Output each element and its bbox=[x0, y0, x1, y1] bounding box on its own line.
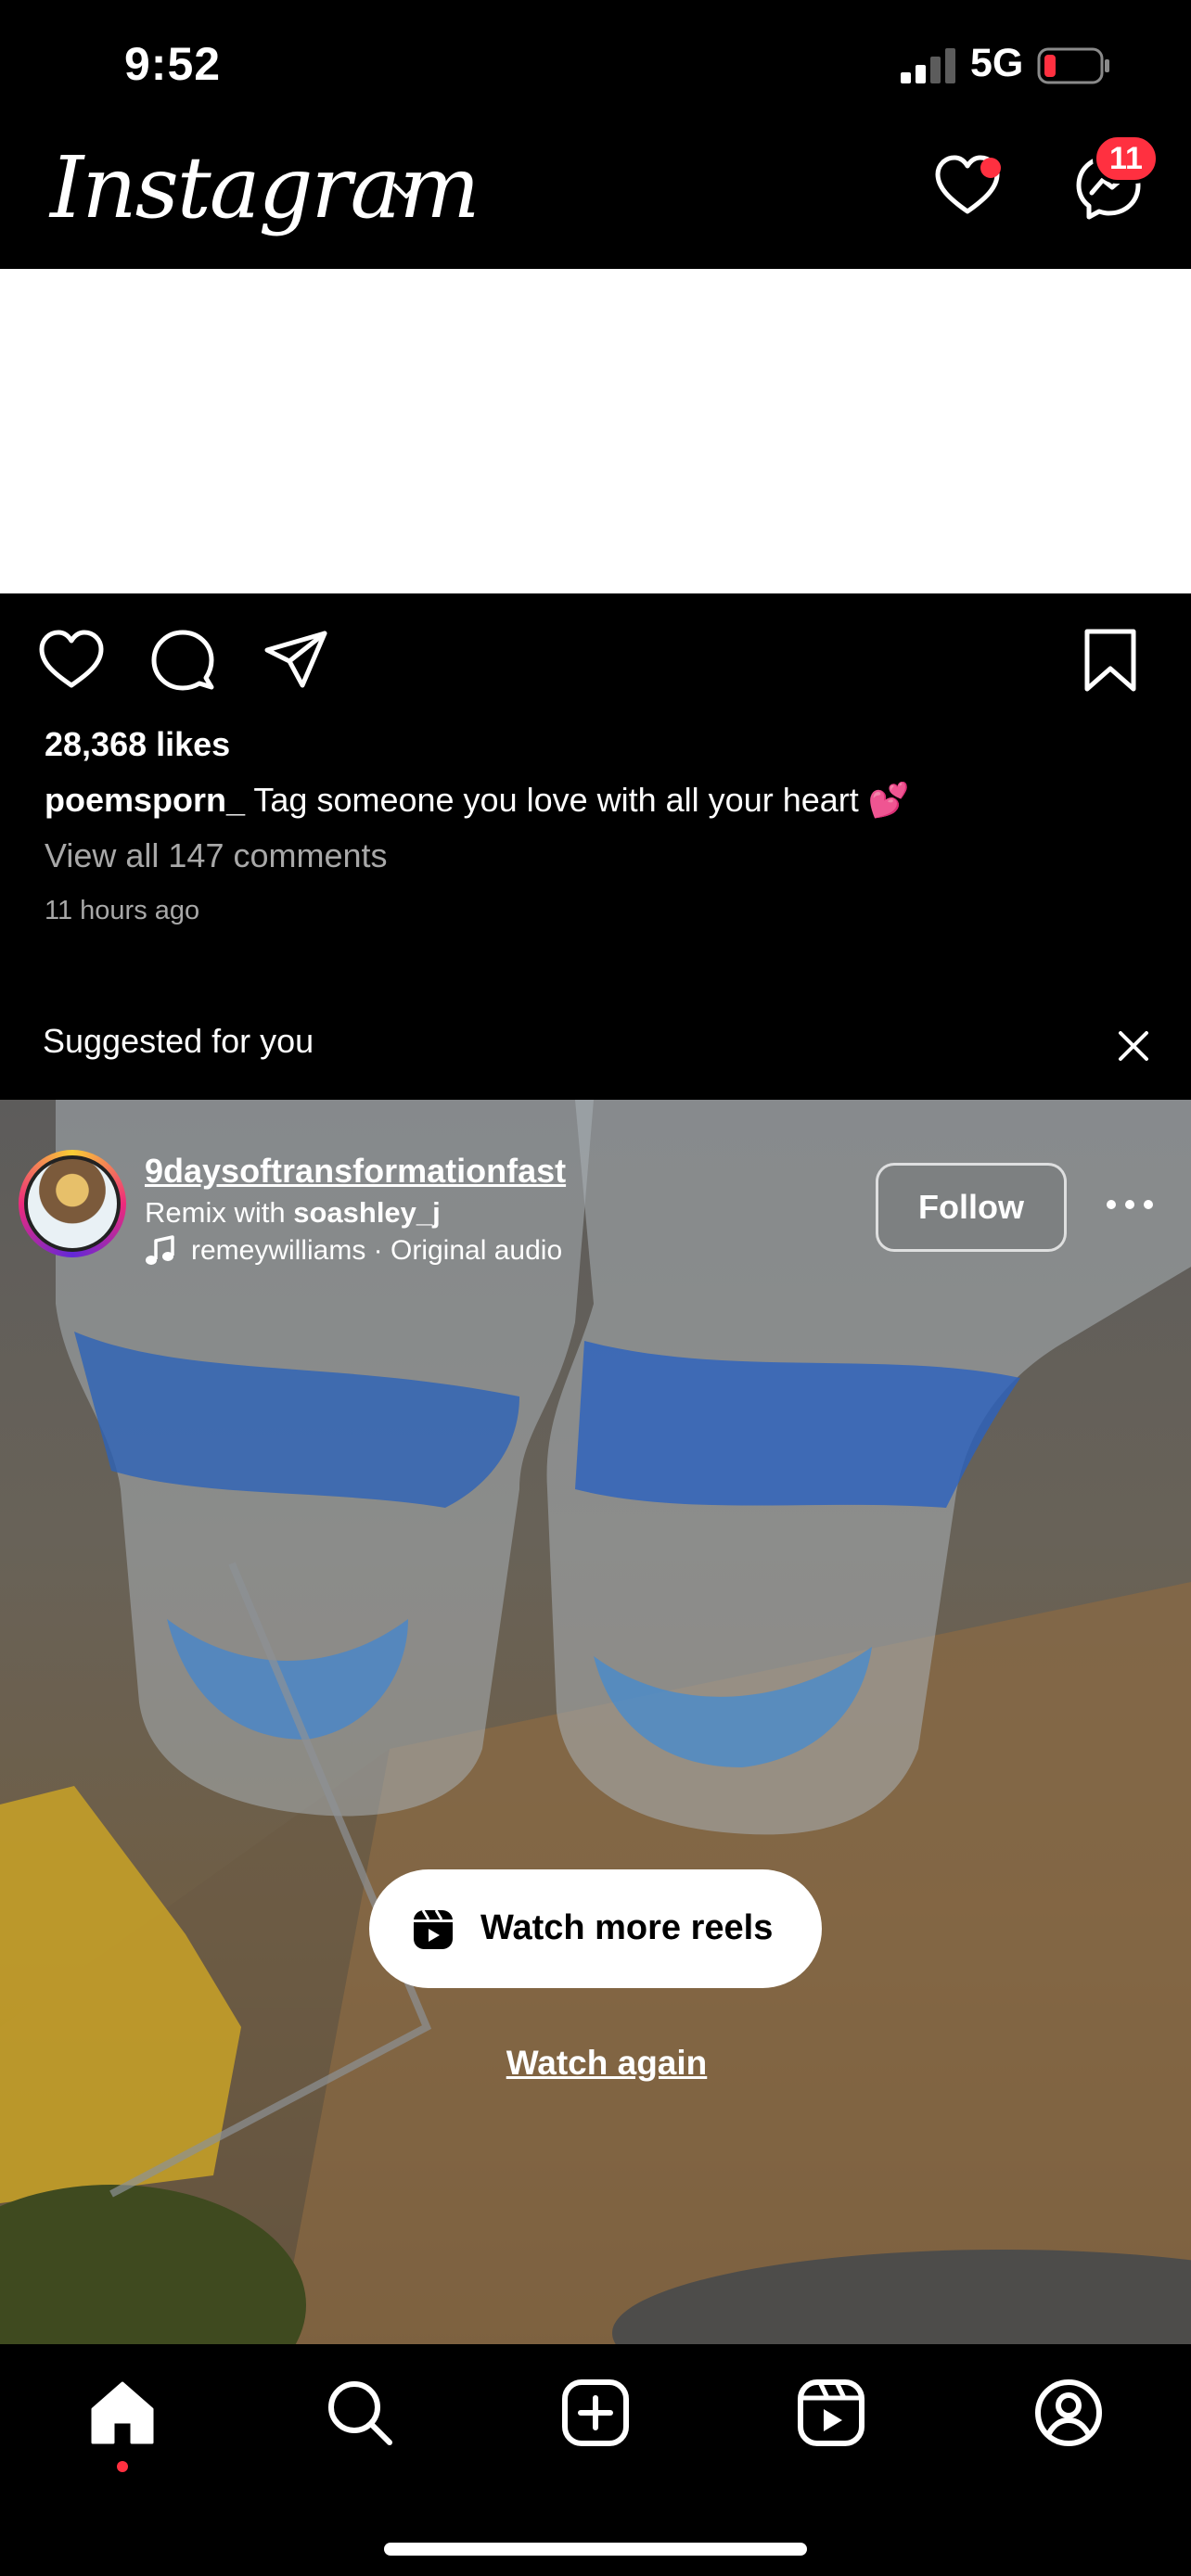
profile-icon[interactable] bbox=[1033, 2378, 1104, 2448]
close-icon[interactable] bbox=[1113, 1026, 1154, 1066]
home-indicator bbox=[384, 2543, 807, 2556]
signal-icon bbox=[901, 48, 955, 83]
reel-avatar[interactable] bbox=[19, 1150, 126, 1257]
caption-text: Tag someone you love with all your heart… bbox=[253, 781, 910, 819]
notification-dot bbox=[980, 158, 1001, 178]
audio-label[interactable]: remeywilliams · Original audio bbox=[191, 1235, 562, 1267]
remix-prefix: Remix with bbox=[145, 1196, 286, 1229]
bookmark-icon[interactable] bbox=[1076, 626, 1145, 695]
reels-icon bbox=[414, 1909, 453, 1949]
suggested-heading: Suggested for you bbox=[43, 1022, 314, 1060]
reels-icon[interactable] bbox=[796, 2378, 866, 2448]
watch-more-reels-button[interactable]: Watch more reels bbox=[369, 1869, 822, 1988]
comment-icon[interactable] bbox=[148, 626, 217, 695]
likes-count[interactable]: 28,368 likes bbox=[45, 725, 230, 764]
network-type: 5G bbox=[970, 41, 1024, 85]
reel-video-frame bbox=[0, 1100, 1191, 2344]
status-time: 9:52 bbox=[124, 38, 222, 90]
caption-username[interactable]: poemsporn_ bbox=[45, 781, 245, 819]
search-icon[interactable] bbox=[325, 2378, 395, 2448]
music-note-icon bbox=[146, 1235, 174, 1265]
follow-button[interactable]: Follow bbox=[876, 1163, 1067, 1252]
messages-badge: 11 bbox=[1093, 134, 1159, 184]
bottom-nav bbox=[0, 2344, 1191, 2576]
post-timestamp: 11 hours ago bbox=[45, 896, 200, 925]
remix-line: Remix with soashley_j bbox=[145, 1196, 441, 1230]
more-icon[interactable] bbox=[1104, 1192, 1156, 1217]
post-caption: poemsporn_ Tag someone you love with all… bbox=[45, 781, 910, 820]
reel-username[interactable]: 9daysoftransformationfast bbox=[145, 1152, 566, 1191]
view-comments-link[interactable]: View all 147 comments bbox=[45, 836, 388, 875]
status-bar: 9:52 5G bbox=[0, 0, 1191, 130]
remix-user[interactable]: soashley_j bbox=[293, 1196, 441, 1229]
chevron-down-icon[interactable] bbox=[390, 174, 423, 208]
watch-more-label: Watch more reels bbox=[480, 1908, 774, 1947]
share-icon[interactable] bbox=[262, 626, 330, 695]
app-header: Instagram 11 bbox=[0, 130, 1191, 269]
watch-again-link[interactable]: Watch again bbox=[0, 2044, 1191, 2083]
create-icon[interactable] bbox=[560, 2378, 631, 2448]
post-media[interactable] bbox=[0, 269, 1191, 593]
home-icon[interactable] bbox=[87, 2378, 158, 2448]
home-active-dot bbox=[117, 2461, 128, 2472]
suggested-reel[interactable]: 9daysoftransformationfast Remix with soa… bbox=[0, 1100, 1191, 2344]
heart-icon[interactable] bbox=[37, 626, 106, 695]
battery-icon bbox=[1037, 47, 1109, 84]
